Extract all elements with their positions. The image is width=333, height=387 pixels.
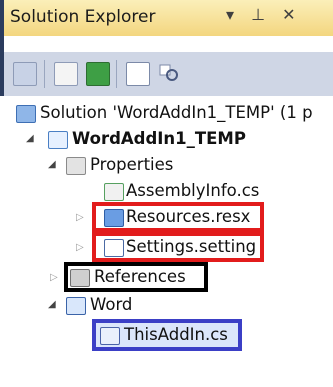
- properties-icon[interactable]: [54, 62, 78, 86]
- resx-icon: [104, 209, 124, 227]
- view-designer-icon[interactable]: [158, 62, 180, 84]
- dropdown-icon[interactable]: ▾: [226, 5, 234, 24]
- solution-tree: Solution 'WordAddIn1_TEMP' (1 p ◢ WordAd…: [0, 96, 333, 387]
- pin-icon[interactable]: ⊥: [251, 5, 265, 24]
- solution-explorer-toolbar: [4, 52, 333, 96]
- expanded-arrow-icon[interactable]: ◢: [48, 292, 56, 318]
- settings-icon: [104, 239, 124, 257]
- collapsed-arrow-icon[interactable]: ▷: [76, 235, 84, 261]
- refresh-icon[interactable]: [86, 62, 110, 86]
- panel-title: Solution Explorer: [10, 7, 156, 27]
- cs-file-icon: [104, 183, 124, 201]
- word-icon: [66, 297, 86, 315]
- project-icon: [48, 131, 68, 149]
- references-icon: [70, 269, 90, 287]
- view-code-icon[interactable]: [126, 62, 150, 86]
- expanded-arrow-icon[interactable]: ◢: [26, 126, 34, 152]
- cs-file-icon: [100, 327, 120, 345]
- folder-icon: [66, 157, 86, 175]
- show-all-files-icon[interactable]: [13, 62, 37, 86]
- solution-explorer-titlebar: Solution Explorer ▾ ⊥ ✕: [0, 0, 333, 36]
- solution-icon: [16, 105, 36, 123]
- collapsed-arrow-icon[interactable]: ▷: [50, 265, 58, 291]
- expanded-arrow-icon[interactable]: ◢: [48, 152, 56, 178]
- collapsed-arrow-icon[interactable]: ▷: [76, 205, 84, 231]
- close-icon[interactable]: ✕: [282, 5, 295, 24]
